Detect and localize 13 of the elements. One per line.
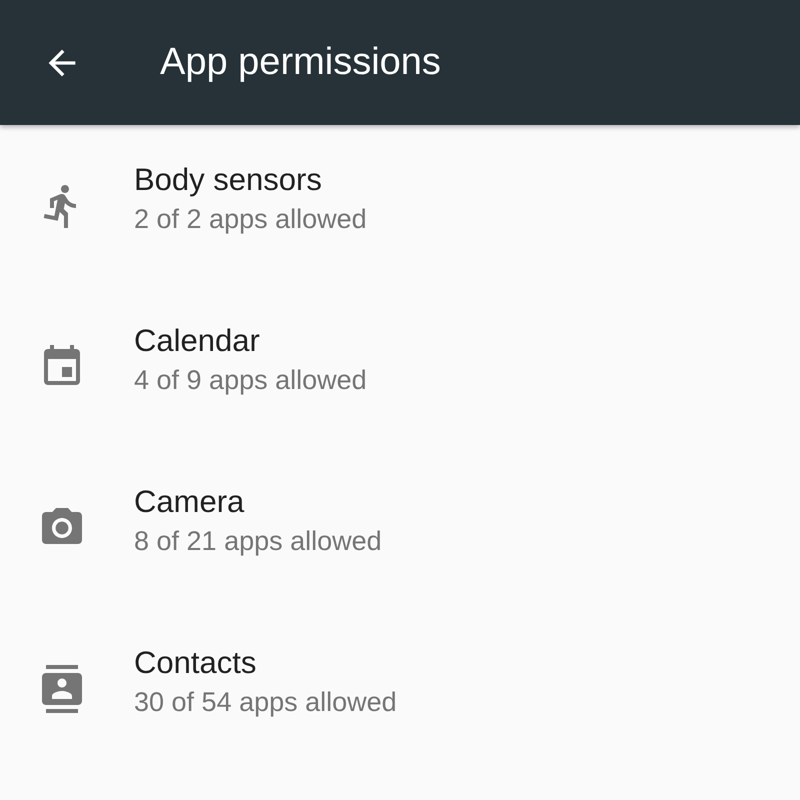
permission-item[interactable]: Body sensors 2 of 2 apps allowed <box>0 125 800 286</box>
permission-summary: 4 of 9 apps allowed <box>134 365 367 396</box>
permission-name: Contacts <box>134 645 258 681</box>
permission-summary: 30 of 54 apps allowed <box>134 687 397 718</box>
permission-item[interactable]: Contacts 30 of 54 apps allowed <box>0 608 800 769</box>
permission-name: Body sensors <box>134 162 323 198</box>
permission-summary: 8 of 21 apps allowed <box>134 526 382 557</box>
screen-title: App permissions <box>160 41 441 84</box>
permission-name: Calendar <box>134 323 261 359</box>
permission-item[interactable]: Camera 8 of 21 apps allowed <box>0 447 800 608</box>
permission-name: Camera <box>134 484 246 520</box>
permission-summary: 2 of 2 apps allowed <box>134 204 367 235</box>
permission-item[interactable]: Calendar 4 of 9 apps allowed <box>0 286 800 447</box>
